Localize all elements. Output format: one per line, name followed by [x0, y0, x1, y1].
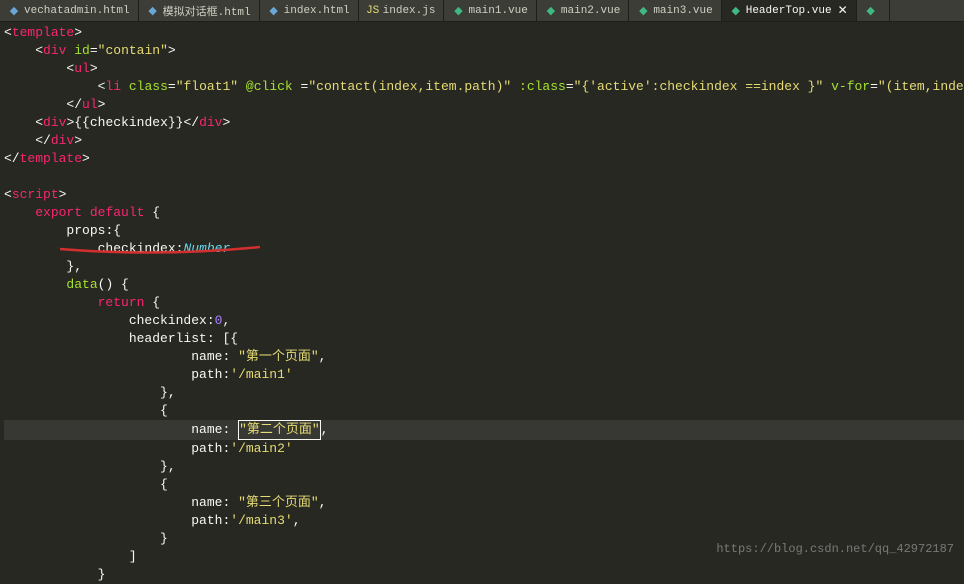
watermark: https://blog.csdn.net/qq_42972187 — [716, 542, 954, 556]
code-line: { — [4, 476, 964, 494]
code-line — [4, 168, 964, 186]
code-line: props:{ — [4, 222, 964, 240]
code-line: headerlist: [{ — [4, 330, 964, 348]
vue-icon: ◆ — [545, 5, 557, 17]
code-line: data() { — [4, 276, 964, 294]
html-icon: ◆ — [268, 5, 280, 17]
tab-index-js[interactable]: JSindex.js — [359, 0, 445, 21]
tab-headertop[interactable]: ◆HeaderTop.vue✕ — [722, 0, 857, 21]
code-line: <li class="float1" @click ="contact(inde… — [4, 78, 964, 96]
code-line: path:'/main3', — [4, 512, 964, 530]
code-line: export default { — [4, 204, 964, 222]
code-line: <div>{{checkindex}}</div> — [4, 114, 964, 132]
tab-vechatadmin[interactable]: ◆vechatadmin.html — [0, 0, 139, 21]
tab-bar: ◆vechatadmin.html ◆模拟对话框.html ◆index.htm… — [0, 0, 964, 22]
code-line: checkindex:0, — [4, 312, 964, 330]
code-line: <ul> — [4, 60, 964, 78]
tab-main1[interactable]: ◆main1.vue — [444, 0, 536, 21]
code-line: { — [4, 402, 964, 420]
code-line: }, — [4, 258, 964, 276]
code-line: }, — [4, 458, 964, 476]
code-line: <div id="contain"> — [4, 42, 964, 60]
code-line: path:'/main1' — [4, 366, 964, 384]
vue-icon: ◆ — [730, 5, 742, 17]
tab-main2[interactable]: ◆main2.vue — [537, 0, 629, 21]
code-line-active: name: "第二个页面", — [4, 420, 964, 440]
code-line: return { — [4, 294, 964, 312]
code-editor[interactable]: <template> <div id="contain"> <ul> <li c… — [0, 22, 964, 584]
html-icon: ◆ — [147, 5, 159, 17]
tab-modal[interactable]: ◆模拟对话框.html — [139, 0, 260, 21]
code-line: } — [4, 566, 964, 584]
code-line: }, — [4, 384, 964, 402]
code-line: path:'/main2' — [4, 440, 964, 458]
tab-overflow[interactable]: ◆ — [857, 0, 890, 21]
code-line: </template> — [4, 150, 964, 168]
code-line: <script> — [4, 186, 964, 204]
code-line: name: "第三个页面", — [4, 494, 964, 512]
code-line: </ul> — [4, 96, 964, 114]
code-line: <template> — [4, 24, 964, 42]
vue-icon: ◆ — [452, 5, 464, 17]
js-icon: JS — [367, 5, 379, 17]
code-line: checkindex:Number — [4, 240, 964, 258]
tab-index-html[interactable]: ◆index.html — [260, 0, 359, 21]
code-line: </div> — [4, 132, 964, 150]
vue-icon: ◆ — [637, 5, 649, 17]
tab-main3[interactable]: ◆main3.vue — [629, 0, 721, 21]
html-icon: ◆ — [8, 5, 20, 17]
close-icon[interactable]: ✕ — [838, 3, 848, 18]
code-line: name: "第一个页面", — [4, 348, 964, 366]
vue-icon: ◆ — [865, 5, 877, 17]
